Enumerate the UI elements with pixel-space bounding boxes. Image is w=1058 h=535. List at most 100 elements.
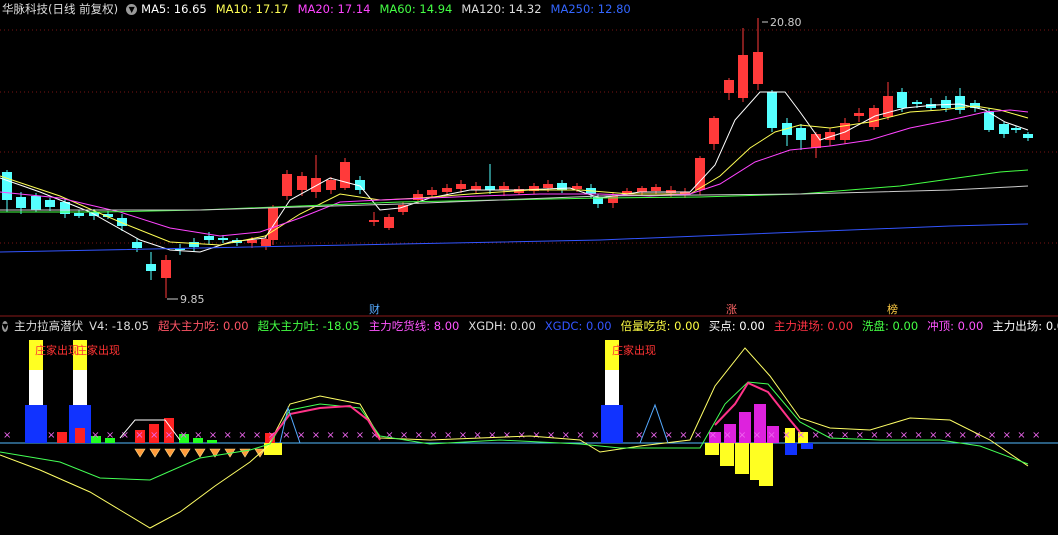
candle-20 [282,174,292,196]
x-marker: × [341,430,349,441]
x-marker: × [356,430,364,441]
x-marker: × [150,430,158,441]
x-marker: × [518,430,526,441]
candle-11 [161,260,171,278]
candle-26 [369,220,379,222]
blue-neg-bar [785,443,797,455]
diamond-marker-1 [149,448,161,458]
candle-56 [796,128,806,140]
x-marker: × [694,430,702,441]
event-marker-2[interactable]: 榜 [887,302,898,316]
x-marker: × [929,430,937,441]
candle-70 [999,124,1009,134]
x-marker: × [91,430,99,441]
x-marker: × [488,430,496,441]
volume-bar-0 [57,432,67,443]
candle-54 [767,92,777,128]
x-marker: × [3,430,11,441]
candle-8 [117,218,127,226]
candle-24 [340,162,350,188]
candle-57 [811,134,821,148]
x-marker: × [194,430,202,441]
x-marker: × [106,430,114,441]
yellow-neg-bar-1 [720,443,734,466]
marker-text-1: 庄家出现 [76,343,120,357]
candle-40 [572,186,582,189]
volume-bar-1 [75,428,85,443]
marker-text-0: 庄家出现 [35,343,79,357]
low-price-label: 9.85 [180,293,205,306]
x-marker: × [326,430,334,441]
diamond-marker-4 [194,448,206,458]
x-marker: × [473,430,481,441]
x-marker: × [797,430,805,441]
candle-64 [912,102,922,104]
candle-32 [456,184,466,189]
x-marker: × [914,430,922,441]
x-marker: × [900,430,908,441]
x-marker: × [635,430,643,441]
x-marker: × [679,430,687,441]
x-marker: × [591,430,599,441]
candle-33 [471,186,481,190]
yellow-neg-bar-2 [735,443,749,474]
blue-neg-bar-2 [801,443,813,449]
candle-60 [854,113,864,116]
x-marker: × [1017,430,1025,441]
x-marker: × [238,430,246,441]
candle-17 [247,240,257,243]
candle-22 [311,178,321,192]
candle-53 [753,52,763,84]
signal-bar-white-2 [605,370,619,405]
x-marker: × [650,430,658,441]
x-marker: × [165,430,173,441]
x-marker: × [385,430,393,441]
candle-14 [204,236,214,240]
candle-46 [651,187,661,191]
candle-18 [261,239,271,246]
x-marker: × [312,430,320,441]
candle-61 [869,108,879,127]
x-marker: × [135,430,143,441]
marker-text-2: 庄家出现 [612,343,656,357]
signal-bar-white-1 [73,370,87,405]
x-marker: × [782,430,790,441]
x-marker: × [459,430,467,441]
event-marker-1[interactable]: 涨 [726,303,737,316]
candle-15 [218,238,228,240]
x-marker: × [1032,430,1040,441]
x-marker: × [959,430,967,441]
candle-23 [326,180,336,190]
candle-51 [724,80,734,93]
x-marker: × [253,430,261,441]
x-marker: × [179,430,187,441]
event-marker-0[interactable]: 财 [369,302,380,316]
candle-63 [897,92,907,108]
x-marker: × [885,430,893,441]
candle-3 [45,200,55,207]
x-marker: × [723,430,731,441]
candle-72 [1023,134,1033,138]
x-marker: × [209,430,217,441]
candle-27 [384,217,394,228]
candle-1 [16,197,26,208]
yellow-neg-bar-4 [759,443,773,486]
x-marker: × [944,430,952,441]
x-marker: × [826,430,834,441]
ma250-line [0,223,1029,253]
kline-chart[interactable]: 20.809.85财涨榜庄家出现庄家出现 庄家出现× × × × × × × × × × × × × × × ×… [0,0,1058,535]
candle-10 [146,264,156,271]
diamond-marker-2 [164,448,176,458]
x-marker: × [503,430,511,441]
x-marker: × [738,430,746,441]
candle-9 [132,242,142,248]
candle-21 [297,176,307,190]
candle-35 [499,186,509,190]
candle-45 [637,188,647,192]
candle-50 [709,118,719,144]
high-price-label: 20.80 [770,16,802,29]
x-marker: × [767,430,775,441]
diamond-marker-0 [134,448,146,458]
candle-38 [543,184,553,188]
x-marker: × [47,430,55,441]
